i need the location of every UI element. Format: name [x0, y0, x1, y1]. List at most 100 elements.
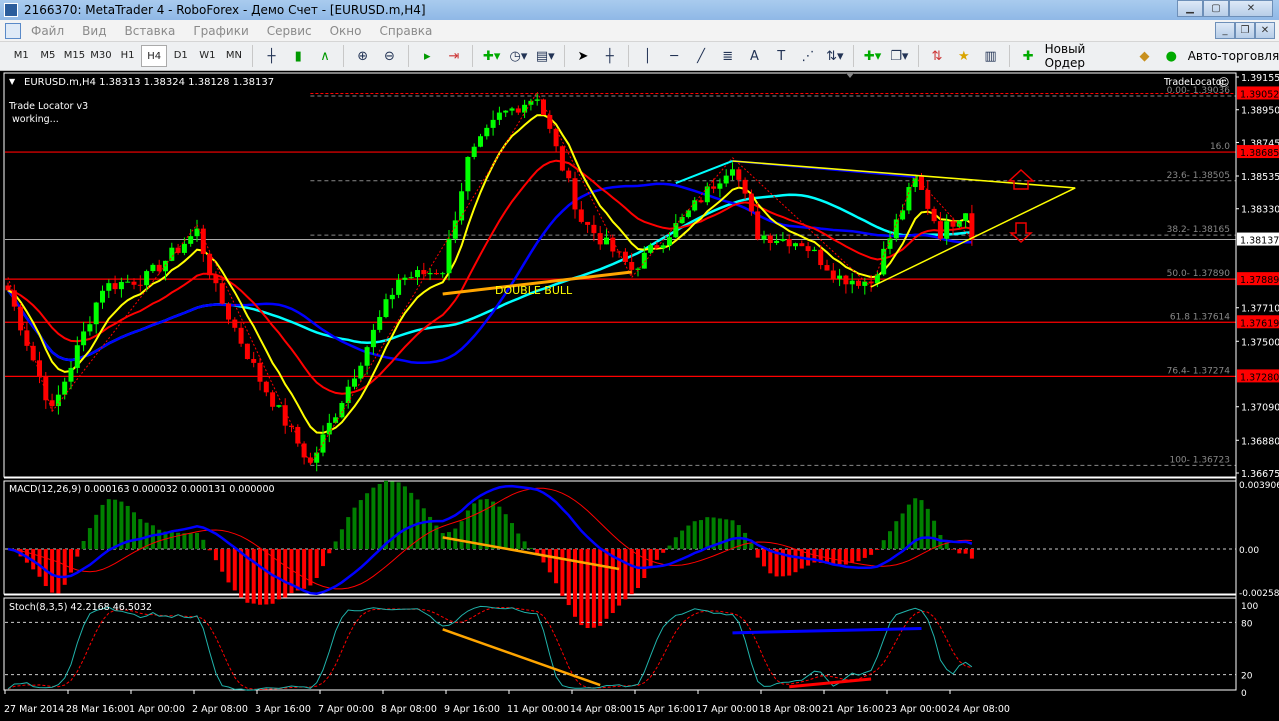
candle-body [931, 208, 937, 222]
fib-level-label: 61.8 1.37614 [1170, 312, 1230, 322]
new-order-button[interactable]: Новый Ордер [1045, 42, 1126, 70]
crosshair-icon[interactable]: ┼ [598, 45, 621, 67]
autotrading-button[interactable]: Авто-торговля [1188, 49, 1279, 63]
candle-body [200, 228, 206, 254]
autotrading-icon[interactable]: ● [1160, 45, 1183, 67]
date-axis-label: 8 Apr 08:00 [381, 704, 437, 715]
child-minimize-button[interactable]: _ [1215, 22, 1235, 39]
new-order-icon[interactable]: ✚ [1017, 45, 1040, 67]
macd-histogram-bar [919, 500, 924, 549]
text-icon[interactable]: A [743, 45, 766, 67]
fibonacci-icon[interactable]: ≣ [716, 45, 739, 67]
periods-clock-icon[interactable]: ◷▾ [507, 45, 530, 67]
stoch-divergence-line [442, 628, 601, 687]
candle-body [181, 243, 187, 253]
candle-body [112, 283, 118, 290]
macd-histogram-bar [566, 549, 571, 606]
menu-view[interactable]: Вид [82, 24, 106, 38]
macd-histogram-bar [881, 540, 886, 549]
tf-m30[interactable]: M30 [88, 45, 115, 67]
templates-icon[interactable]: ▤▾ [534, 45, 557, 67]
candle-body [352, 378, 357, 387]
macd-histogram-bar [157, 529, 162, 549]
macd-histogram-bar [87, 528, 92, 549]
profiles-icon[interactable]: ❐▾ [888, 45, 911, 67]
candle-body [534, 99, 540, 101]
chart-icon [5, 22, 21, 39]
stoch-main-line [7, 605, 973, 691]
candle-body [100, 290, 105, 303]
vertical-line-icon[interactable]: │ [636, 45, 659, 67]
tf-w1[interactable]: W1 [194, 45, 221, 67]
macd-histogram-bar [598, 549, 603, 626]
price-axis-label: 1.38950 [1241, 106, 1279, 117]
tf-m5[interactable]: M5 [35, 45, 62, 67]
macd-histogram-bar [377, 483, 382, 549]
macd-histogram-bar [402, 486, 407, 549]
menu-tools[interactable]: Сервис [267, 24, 312, 38]
double-bull-label: DOUBLE BULL [495, 284, 573, 297]
candle-body [622, 251, 628, 262]
menu-window[interactable]: Окно [330, 24, 362, 38]
cursor-icon[interactable]: ➤ [572, 45, 595, 67]
collapse-triangle-icon[interactable]: ▼ [9, 77, 16, 86]
tf-d1[interactable]: D1 [167, 45, 194, 67]
macd-histogram-bar [447, 532, 451, 549]
candle-body [238, 327, 244, 344]
candle-body [893, 219, 899, 239]
macd-histogram-bar [56, 549, 61, 594]
close-button[interactable]: ✕ [1229, 0, 1273, 17]
minimize-button[interactable]: ▁ [1177, 0, 1203, 17]
zoom-out-icon[interactable]: ⊖ [378, 45, 401, 67]
menu-bar: Файл Вид Вставка Графики Сервис Окно Спр… [0, 20, 1279, 42]
fib-level-label: 100- 1.36723 [1169, 455, 1230, 465]
bar-chart-icon[interactable]: ┼ [260, 45, 283, 67]
candle-body [175, 247, 181, 253]
tf-h4[interactable]: H4 [140, 45, 168, 67]
metaeditor-icon[interactable]: ◆ [1133, 45, 1156, 67]
candle-body [547, 114, 553, 129]
text-label-icon[interactable]: T [770, 45, 793, 67]
menu-file[interactable]: Файл [31, 24, 64, 38]
indicators-icon[interactable]: ✚▾ [480, 45, 503, 67]
divider [1008, 45, 1010, 67]
tf-m15[interactable]: M15 [61, 45, 88, 67]
menu-insert[interactable]: Вставка [124, 24, 175, 38]
menu-help[interactable]: Справка [380, 24, 433, 38]
fan-icon[interactable]: ⋰ [797, 45, 820, 67]
date-axis-label: 21 Apr 16:00 [822, 704, 884, 715]
maximize-button[interactable]: ▢ [1203, 0, 1229, 17]
tf-m1[interactable]: M1 [8, 45, 35, 67]
child-restore-button[interactable]: ❐ [1235, 22, 1255, 39]
candle-body [370, 329, 376, 348]
tf-h1[interactable]: H1 [114, 45, 141, 67]
macd-axis-label: -0.002582 [1239, 589, 1279, 599]
line-chart-icon[interactable]: ∧ [314, 45, 337, 67]
divider [343, 45, 345, 67]
auto-scroll-icon[interactable]: ▸ [416, 45, 439, 67]
candle-body [465, 156, 471, 192]
chart-window[interactable]: 0.00- 1.39036 16.0 23.6- 1.38505 38.2- 1.38… [0, 71, 1279, 718]
candle-body [282, 405, 288, 426]
zoom-in-icon[interactable]: ⊕ [351, 45, 374, 67]
candle-body [559, 146, 565, 171]
candle-body [830, 270, 836, 279]
tf-mn[interactable]: MN [221, 45, 248, 67]
navigator-icon[interactable]: ★ [952, 45, 975, 67]
trendline-icon[interactable]: ╱ [690, 45, 713, 67]
macd-histogram-bar [755, 549, 760, 558]
arrows-icon[interactable]: ⇅▾ [823, 45, 846, 67]
macd-histogram-bar [113, 499, 118, 549]
horizontal-line-icon[interactable]: ─ [663, 45, 686, 67]
terminal-icon[interactable]: ▥ [979, 45, 1002, 67]
chart-shift-icon[interactable]: ⇥ [443, 45, 466, 67]
macd-axis-label: 0.003906 [1239, 481, 1279, 491]
price-chart[interactable]: 0.00- 1.3903616.023.6- 1.3850538.2- 1.38… [0, 71, 1279, 718]
new-chart-icon[interactable]: ✚▾ [861, 45, 884, 67]
child-close-button[interactable]: ✕ [1255, 22, 1275, 39]
menu-charts[interactable]: Графики [193, 24, 248, 38]
market-watch-icon[interactable]: ⇅ [926, 45, 949, 67]
candle-body [944, 221, 950, 239]
candlestick-chart-icon[interactable]: ▮ [287, 45, 310, 67]
macd-histogram-bar [932, 520, 937, 549]
